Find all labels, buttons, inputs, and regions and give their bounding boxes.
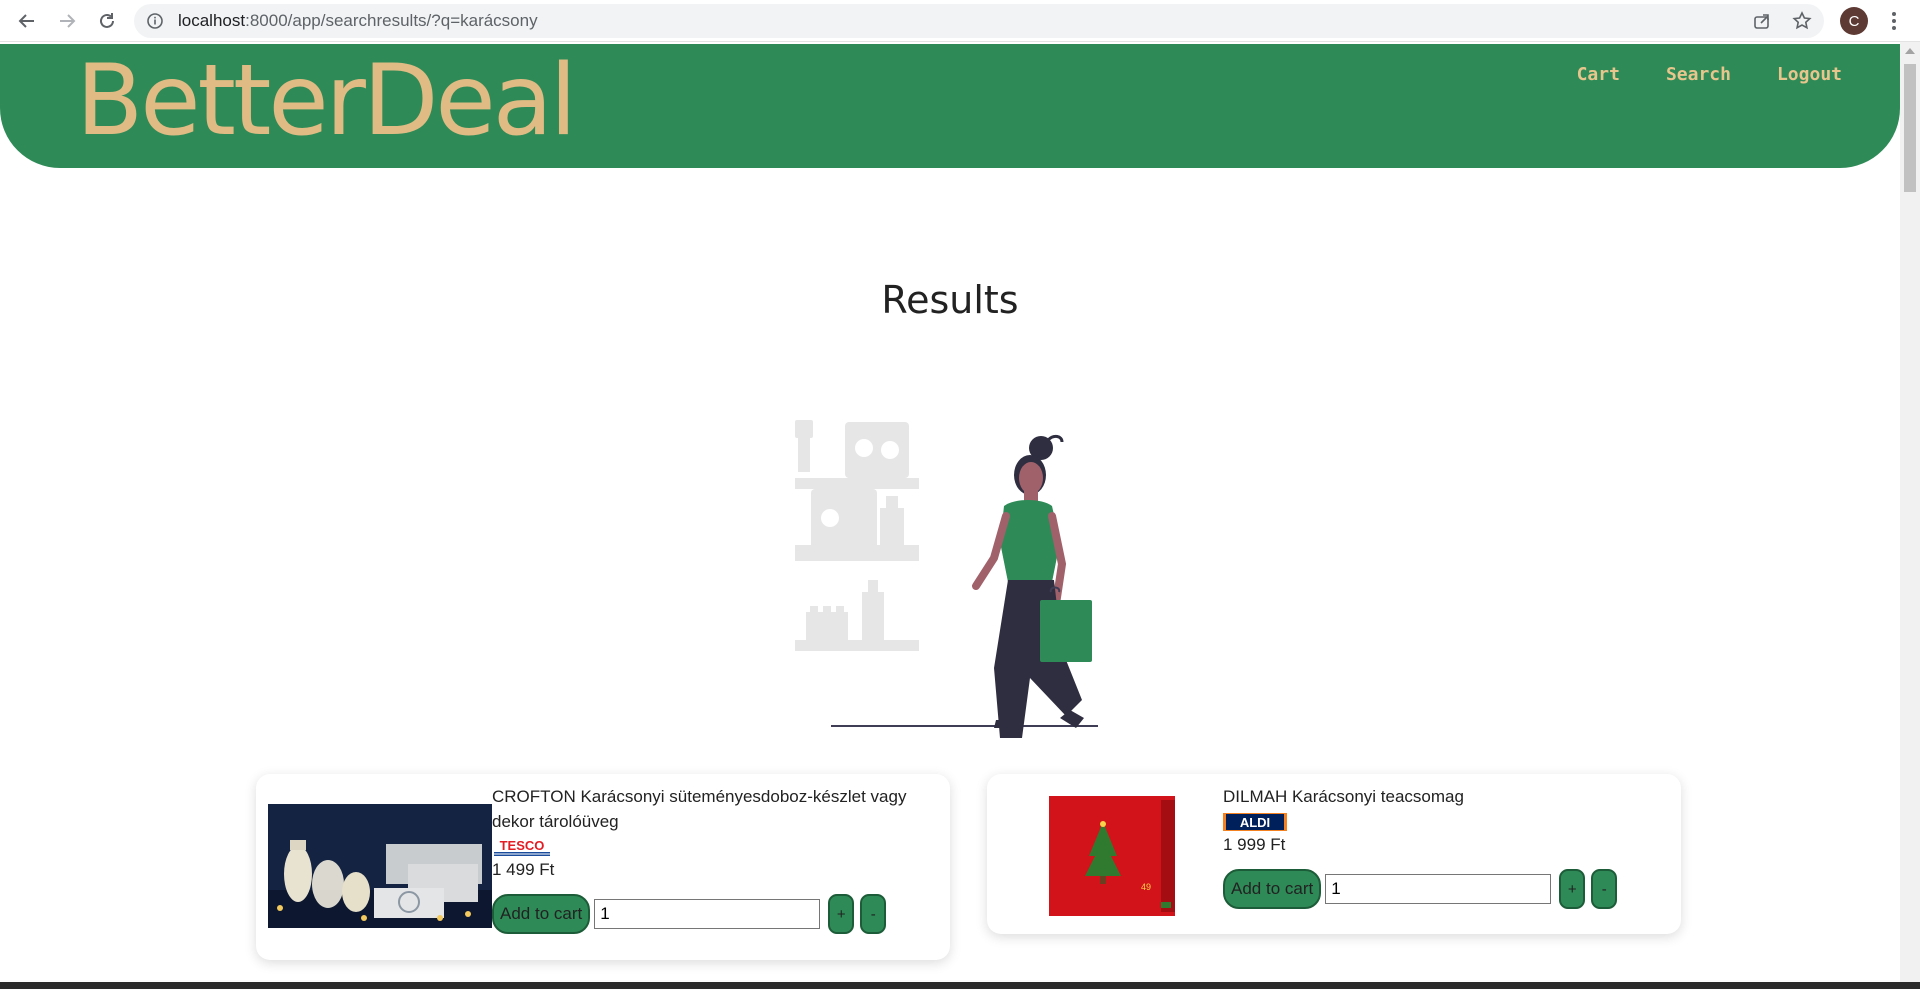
site-info-icon[interactable] <box>146 12 164 30</box>
product-image: 49 <box>1045 794 1179 918</box>
quantity-input[interactable] <box>594 899 821 929</box>
svg-text:49: 49 <box>1141 882 1151 892</box>
nav-logout-link[interactable]: Logout <box>1777 64 1842 85</box>
page-title: Results <box>881 278 1019 322</box>
product-info: DILMAH Karácsonyi teacsomag ALDI 1 999 F… <box>1223 784 1663 909</box>
forward-arrow-icon[interactable] <box>54 8 80 34</box>
increment-button[interactable]: + <box>828 894 855 934</box>
profile-avatar[interactable]: C <box>1840 7 1868 35</box>
cart-controls: Add to cart + - <box>492 894 932 934</box>
shopping-woman-illustration <box>786 420 1106 746</box>
product-name[interactable]: CROFTON Karácsonyi süteményesdoboz-készl… <box>492 784 932 834</box>
bookmark-star-icon[interactable] <box>1792 11 1812 31</box>
aldi-logo: ALDI <box>1223 813 1287 831</box>
reload-icon[interactable] <box>94 8 120 34</box>
product-image <box>268 804 492 928</box>
browser-toolbar: localhost:8000/app/searchresults/?q=kará… <box>0 0 1920 42</box>
add-to-cart-button[interactable]: Add to cart <box>1223 869 1322 909</box>
back-arrow-icon[interactable] <box>14 8 40 34</box>
store-name: ALDI <box>1240 815 1270 830</box>
product-price: 1 999 Ft <box>1223 835 1286 854</box>
add-to-cart-button[interactable]: Add to cart <box>492 894 591 934</box>
vertical-scrollbar[interactable] <box>1900 42 1920 989</box>
nav-search-link[interactable]: Search <box>1666 64 1731 85</box>
store-name: TESCO <box>500 838 545 853</box>
site-header: BetterDeal Cart Search Logout <box>0 44 1900 168</box>
product-card: CROFTON Karácsonyi süteményesdoboz-készl… <box>256 774 950 960</box>
scrollbar-thumb[interactable] <box>1904 64 1916 192</box>
product-name[interactable]: DILMAH Karácsonyi teacsomag <box>1223 784 1663 809</box>
url-text: localhost:8000/app/searchresults/?q=kará… <box>178 11 538 30</box>
cart-controls: Add to cart + - <box>1223 869 1663 909</box>
product-card: 49 DILMAH Karácsonyi teacsomag ALDI 1 99… <box>987 774 1681 934</box>
share-icon[interactable] <box>1752 11 1772 31</box>
product-info: CROFTON Karácsonyi süteményesdoboz-készl… <box>492 784 932 934</box>
browser-menu-icon[interactable] <box>1884 8 1904 34</box>
page-viewport: BetterDeal Cart Search Logout Results CR… <box>0 42 1900 989</box>
increment-button[interactable]: + <box>1559 869 1586 909</box>
address-bar[interactable]: localhost:8000/app/searchresults/?q=kará… <box>134 4 1824 38</box>
taskbar-strip <box>0 982 1920 989</box>
quantity-input[interactable] <box>1325 874 1552 904</box>
scroll-up-arrow-icon[interactable] <box>1905 48 1915 54</box>
site-logo[interactable]: BetterDeal <box>76 47 577 156</box>
decrement-button[interactable]: - <box>1591 869 1618 909</box>
tesco-logo: TESCO <box>492 838 552 856</box>
main-nav: Cart Search Logout <box>1577 64 1842 85</box>
product-price: 1 499 Ft <box>492 860 555 879</box>
nav-cart-link[interactable]: Cart <box>1577 64 1620 85</box>
decrement-button[interactable]: - <box>860 894 887 934</box>
